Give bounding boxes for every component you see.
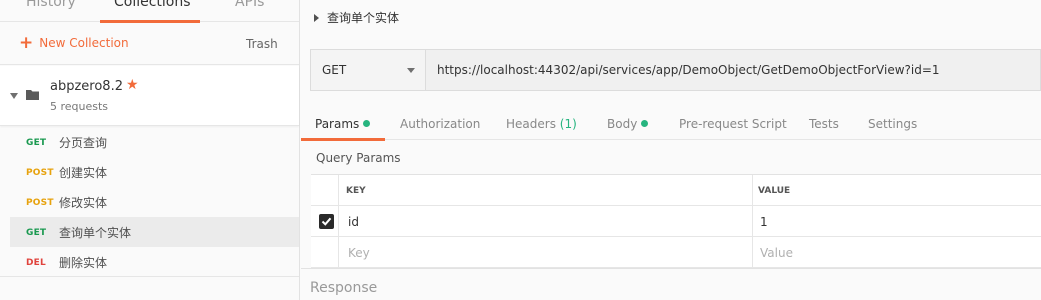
collection-request-count: 5 requests: [50, 100, 109, 113]
method-badge: GET: [26, 228, 47, 238]
sidebar-toolbar: + New Collection Trash: [0, 23, 299, 65]
param-key[interactable]: id: [348, 215, 359, 229]
sidebar-tabs: History Collections APIs: [0, 0, 299, 23]
new-collection-label: New Collection: [39, 36, 129, 50]
tab-history[interactable]: History: [26, 0, 76, 10]
method-badge: GET: [26, 138, 47, 148]
request-item[interactable]: POST 修改实体: [0, 187, 299, 217]
url-input[interactable]: https://localhost:44302/api/services/app…: [437, 63, 940, 77]
query-params-heading: Query Params: [316, 151, 401, 165]
column-divider: [752, 206, 753, 236]
column-divider: [752, 175, 753, 205]
caret-down-icon[interactable]: [10, 93, 18, 99]
request-name: 修改实体: [59, 196, 108, 210]
sidebar: History Collections APIs + New Collectio…: [0, 0, 300, 300]
table-row-empty: Key Value: [311, 237, 1041, 268]
collection-name: abpzero8.2: [50, 79, 123, 94]
postman-window: History Collections APIs + New Collectio…: [0, 0, 1041, 300]
request-name: 删除实体: [59, 256, 108, 270]
expand-arrow-icon[interactable]: [314, 13, 319, 22]
value-input[interactable]: Value: [760, 246, 793, 260]
key-input[interactable]: Key: [348, 246, 370, 260]
param-value[interactable]: 1: [760, 215, 768, 229]
tab-body[interactable]: Body: [607, 117, 649, 131]
method-select[interactable]: GET: [311, 50, 426, 90]
request-title-row[interactable]: 查询单个实体: [314, 9, 399, 26]
tab-collections[interactable]: Collections: [114, 0, 191, 10]
chevron-down-icon: [407, 68, 415, 73]
active-dot-icon: [641, 120, 649, 127]
tab-settings[interactable]: Settings: [868, 117, 917, 131]
tab-tests[interactable]: Tests: [809, 117, 839, 131]
method-badge: POST: [26, 168, 54, 178]
tab-authorization[interactable]: Authorization: [400, 117, 480, 131]
new-collection-button[interactable]: + New Collection: [19, 33, 129, 53]
request-list: GET 分页查询 POST 创建实体 POST 修改实体 GET 查询单个实体 …: [0, 127, 299, 277]
request-name: 创建实体: [59, 166, 108, 180]
tab-body-label: Body: [607, 117, 638, 131]
response-section: Response: [301, 268, 1041, 300]
column-divider: [752, 237, 753, 267]
url-bar: GET https://localhost:44302/api/services…: [310, 49, 1041, 91]
request-tabs: Params Authorization Headers (1) Body Pr…: [301, 112, 1041, 140]
active-dot-icon: [363, 120, 371, 127]
key-column-header: KEY: [346, 186, 366, 196]
tab-apis[interactable]: APIs: [235, 0, 264, 10]
request-panel: 查询单个实体 GET https://localhost:44302/api/s…: [301, 0, 1041, 300]
tab-prerequest-script[interactable]: Pre-request Script: [679, 117, 787, 131]
request-item[interactable]: GET 分页查询: [0, 127, 299, 157]
collection-item[interactable]: abpzero8.2 ★ 5 requests: [0, 66, 299, 126]
table-row: id 1: [311, 206, 1041, 237]
active-tab-indicator: [301, 138, 385, 141]
tab-params[interactable]: Params: [315, 117, 371, 131]
tab-params-label: Params: [315, 117, 360, 131]
request-name: 分页查询: [59, 136, 108, 150]
tab-headers[interactable]: Headers (1): [506, 117, 577, 131]
request-item[interactable]: DEL 删除实体: [0, 247, 299, 277]
tab-headers-label: Headers: [506, 117, 556, 131]
headers-count: (1): [559, 117, 577, 131]
request-item[interactable]: POST 创建实体: [0, 157, 299, 187]
method-badge: POST: [26, 198, 54, 208]
column-divider: [338, 237, 339, 267]
request-name: 查询单个实体: [59, 226, 132, 240]
response-heading: Response: [310, 280, 378, 296]
method-select-value: GET: [322, 63, 347, 77]
table-header-row: KEY VALUE: [311, 175, 1041, 206]
column-divider: [338, 206, 339, 236]
method-badge: DEL: [26, 258, 46, 268]
params-table: KEY VALUE id 1 Key Value: [311, 174, 1041, 268]
plus-icon: +: [19, 33, 34, 53]
column-divider: [338, 175, 339, 205]
star-icon[interactable]: ★: [126, 77, 139, 93]
checkbox-checked-icon[interactable]: [319, 214, 334, 229]
request-item-active[interactable]: GET 查询单个实体: [10, 217, 299, 247]
request-title: 查询单个实体: [327, 11, 400, 25]
divider: [0, 276, 299, 277]
folder-icon: [26, 90, 39, 100]
value-column-header: VALUE: [758, 186, 791, 196]
trash-button[interactable]: Trash: [246, 37, 278, 51]
